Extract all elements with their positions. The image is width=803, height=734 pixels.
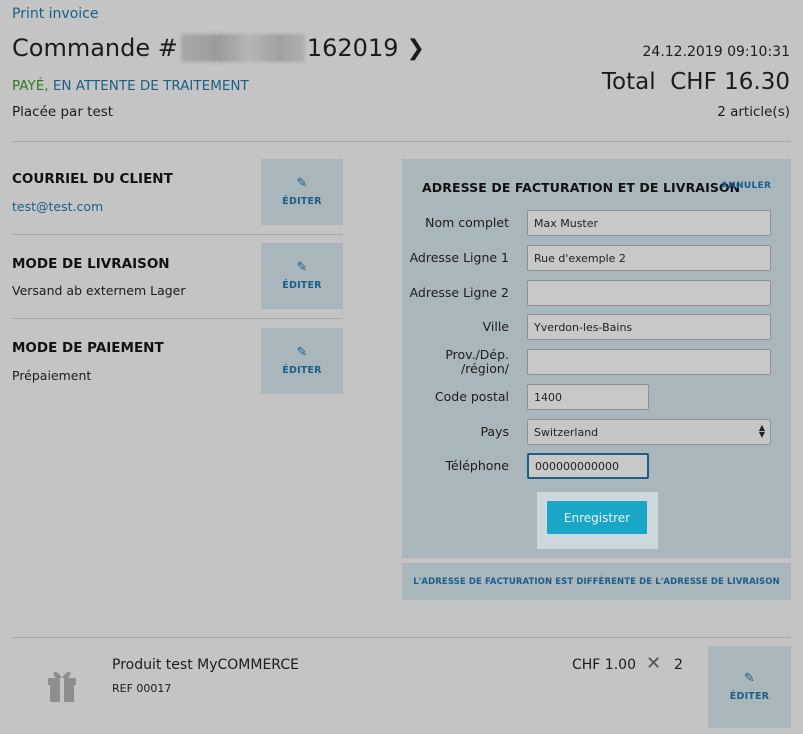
chevron-right-icon[interactable]: ❯ bbox=[406, 36, 424, 61]
address-form-title: ADRESSE DE FACTURATION ET DE LIVRAISON bbox=[422, 180, 741, 195]
product-ref: REF 00017 bbox=[112, 682, 172, 695]
region-input[interactable] bbox=[527, 349, 771, 375]
address1-label: Adresse Ligne 1 bbox=[409, 250, 509, 265]
print-invoice-link[interactable]: Print invoice bbox=[12, 6, 98, 22]
total-label: Total bbox=[601, 69, 656, 95]
order-title: Commande # 162019 ❯ bbox=[12, 34, 425, 62]
different-address-toggle[interactable]: L'ADRESSE DE FACTURATION EST DIFFÉRENTE … bbox=[402, 563, 791, 600]
times-icon: ✕ bbox=[646, 653, 662, 674]
redacted-order-number bbox=[180, 34, 305, 62]
postal-input[interactable]: 1400 bbox=[527, 384, 649, 410]
order-status: PAYÉ, EN ATTENTE DE TRAITEMENT bbox=[12, 78, 249, 94]
status-paid: PAYÉ, bbox=[12, 78, 49, 94]
pencil-icon: ✎ bbox=[296, 176, 308, 191]
section-customer-email: COURRIEL DU CLIENT test@test.com ✎ ÉDITE… bbox=[12, 159, 343, 225]
product-name: Produit test MyCOMMERCE bbox=[112, 657, 299, 673]
address2-label: Adresse Ligne 2 bbox=[409, 285, 509, 300]
edit-label: ÉDITER bbox=[729, 691, 770, 702]
edit-product-button[interactable]: ✎ ÉDITER bbox=[708, 646, 791, 728]
country-select[interactable]: Switzerland ▲ ▼ bbox=[527, 419, 771, 445]
pencil-icon: ✎ bbox=[296, 345, 308, 360]
phone-input[interactable]: 000000000000 bbox=[527, 453, 649, 479]
cancel-link[interactable]: ANNULER bbox=[721, 181, 771, 191]
address-form-panel: ADRESSE DE FACTURATION ET DE LIVRAISON A… bbox=[402, 159, 791, 558]
edit-delivery-button[interactable]: ✎ ÉDITER bbox=[261, 243, 343, 309]
address1-input[interactable]: Rue d'exemple 2 bbox=[527, 245, 771, 271]
region-label: Prov./Dép. /région/ bbox=[445, 347, 509, 376]
product-quantity: 2 bbox=[674, 657, 683, 673]
payment-mode-value: Prépaiement bbox=[12, 368, 92, 383]
pencil-icon: ✎ bbox=[296, 260, 308, 275]
country-label: Pays bbox=[480, 424, 509, 439]
section-label: COURRIEL DU CLIENT bbox=[12, 171, 173, 187]
order-total: Total CHF 16.30 bbox=[602, 69, 790, 95]
edit-label: ÉDITER bbox=[282, 365, 322, 376]
save-button[interactable]: Enregistrer bbox=[547, 501, 647, 534]
edit-payment-button[interactable]: ✎ ÉDITER bbox=[261, 328, 343, 394]
item-count: 2 article(s) bbox=[717, 104, 790, 120]
select-arrows-icon: ▲ ▼ bbox=[758, 423, 765, 439]
order-title-suffix: 162019 bbox=[306, 34, 399, 62]
edit-label: ÉDITER bbox=[282, 280, 322, 291]
section-divider bbox=[12, 318, 343, 319]
total-value: CHF 16.30 bbox=[670, 69, 790, 95]
full-name-input[interactable]: Max Muster bbox=[527, 210, 771, 236]
product-price: CHF 1.00 bbox=[572, 657, 636, 673]
save-button-highlight: Enregistrer bbox=[537, 492, 658, 549]
placed-by: Placée par test bbox=[12, 104, 114, 120]
section-divider bbox=[12, 234, 343, 235]
section-delivery-mode: MODE DE LIVRAISON Versand ab externem La… bbox=[12, 243, 343, 309]
products-divider bbox=[12, 637, 791, 638]
customer-email-link[interactable]: test@test.com bbox=[12, 199, 103, 214]
phone-label: Téléphone bbox=[445, 458, 509, 473]
edit-email-button[interactable]: ✎ ÉDITER bbox=[261, 159, 343, 225]
header-divider bbox=[12, 141, 791, 142]
country-selected-value: Switzerland bbox=[534, 425, 599, 439]
order-title-prefix: Commande # bbox=[12, 34, 178, 62]
city-input[interactable]: Yverdon-les-Bains bbox=[527, 314, 771, 340]
section-payment-mode: MODE DE PAIEMENT Prépaiement ✎ ÉDITER bbox=[12, 328, 343, 394]
section-label: MODE DE PAIEMENT bbox=[12, 340, 164, 356]
pencil-icon: ✎ bbox=[743, 671, 756, 686]
edit-label: ÉDITER bbox=[282, 196, 322, 207]
city-label: Ville bbox=[482, 319, 509, 334]
full-name-label: Nom complet bbox=[425, 215, 509, 230]
order-date: 24.12.2019 09:10:31 bbox=[642, 44, 791, 60]
delivery-mode-value: Versand ab externem Lager bbox=[12, 283, 186, 298]
status-pending: EN ATTENTE DE TRAITEMENT bbox=[52, 78, 249, 94]
postal-label: Code postal bbox=[434, 389, 509, 404]
gift-icon bbox=[42, 664, 82, 704]
address2-input[interactable] bbox=[527, 280, 771, 306]
section-label: MODE DE LIVRAISON bbox=[12, 256, 170, 272]
